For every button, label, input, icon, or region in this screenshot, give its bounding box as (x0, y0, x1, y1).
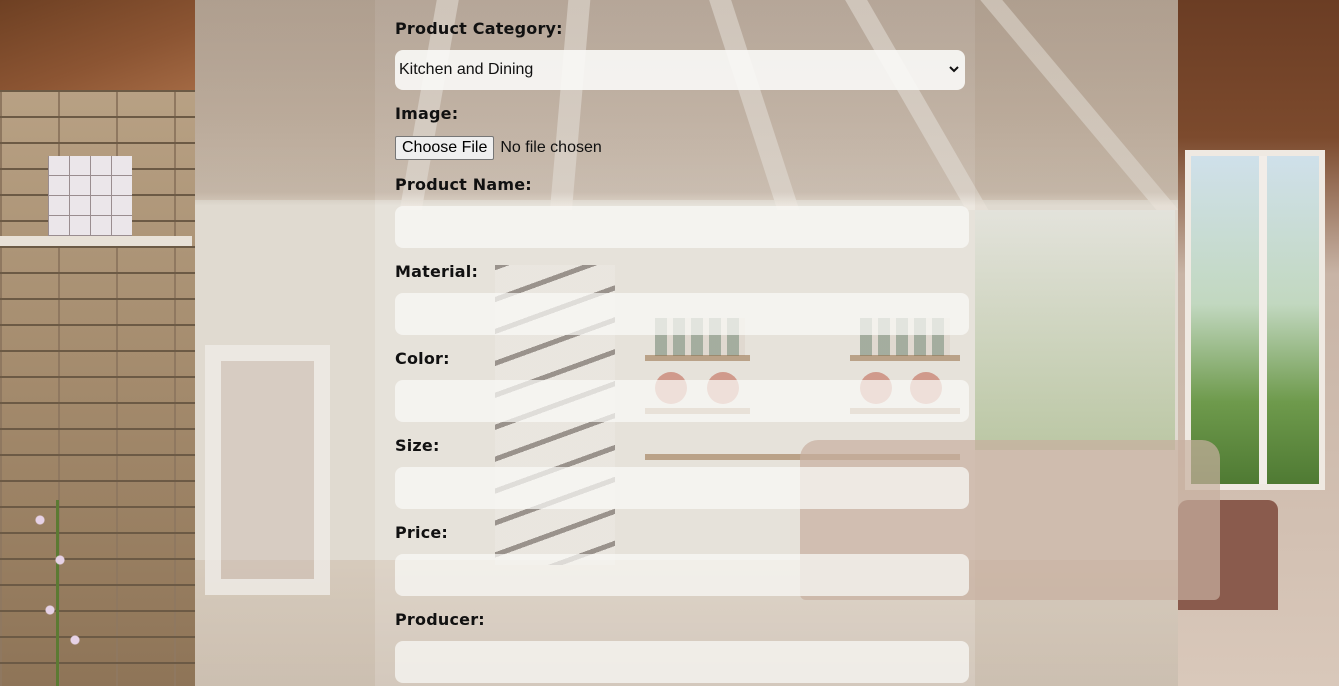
material-input[interactable] (395, 293, 969, 335)
price-input[interactable] (395, 554, 969, 596)
material-label: Material: (395, 262, 479, 281)
image-file-input[interactable]: Choose File No file chosen (395, 135, 602, 161)
file-status-text: No file chosen (500, 139, 602, 156)
choose-file-button[interactable]: Choose File (395, 136, 495, 160)
wood-ceiling-left (0, 0, 195, 95)
window (1185, 150, 1325, 490)
flowers-decor (20, 500, 100, 686)
producer-input[interactable] (395, 641, 969, 683)
wall-shelf (0, 236, 192, 246)
size-label: Size: (395, 436, 440, 455)
tile-decor (48, 156, 132, 236)
window-decor (975, 210, 1175, 450)
shelf-decor (645, 355, 750, 361)
category-selected-value: Kitchen and Dining (399, 61, 534, 78)
chevron-down-icon (949, 66, 959, 73)
category-label: Product Category: (395, 19, 563, 38)
category-select[interactable]: Kitchen and Dining (395, 50, 965, 90)
fireplace-decor (205, 345, 330, 595)
shelf-decor (850, 355, 960, 361)
product-name-input[interactable] (395, 206, 969, 248)
color-label: Color: (395, 349, 450, 368)
producer-label: Producer: (395, 610, 485, 629)
color-input[interactable] (395, 380, 969, 422)
product-name-label: Product Name: (395, 175, 532, 194)
image-label: Image: (395, 104, 459, 123)
size-input[interactable] (395, 467, 969, 509)
price-label: Price: (395, 523, 449, 542)
